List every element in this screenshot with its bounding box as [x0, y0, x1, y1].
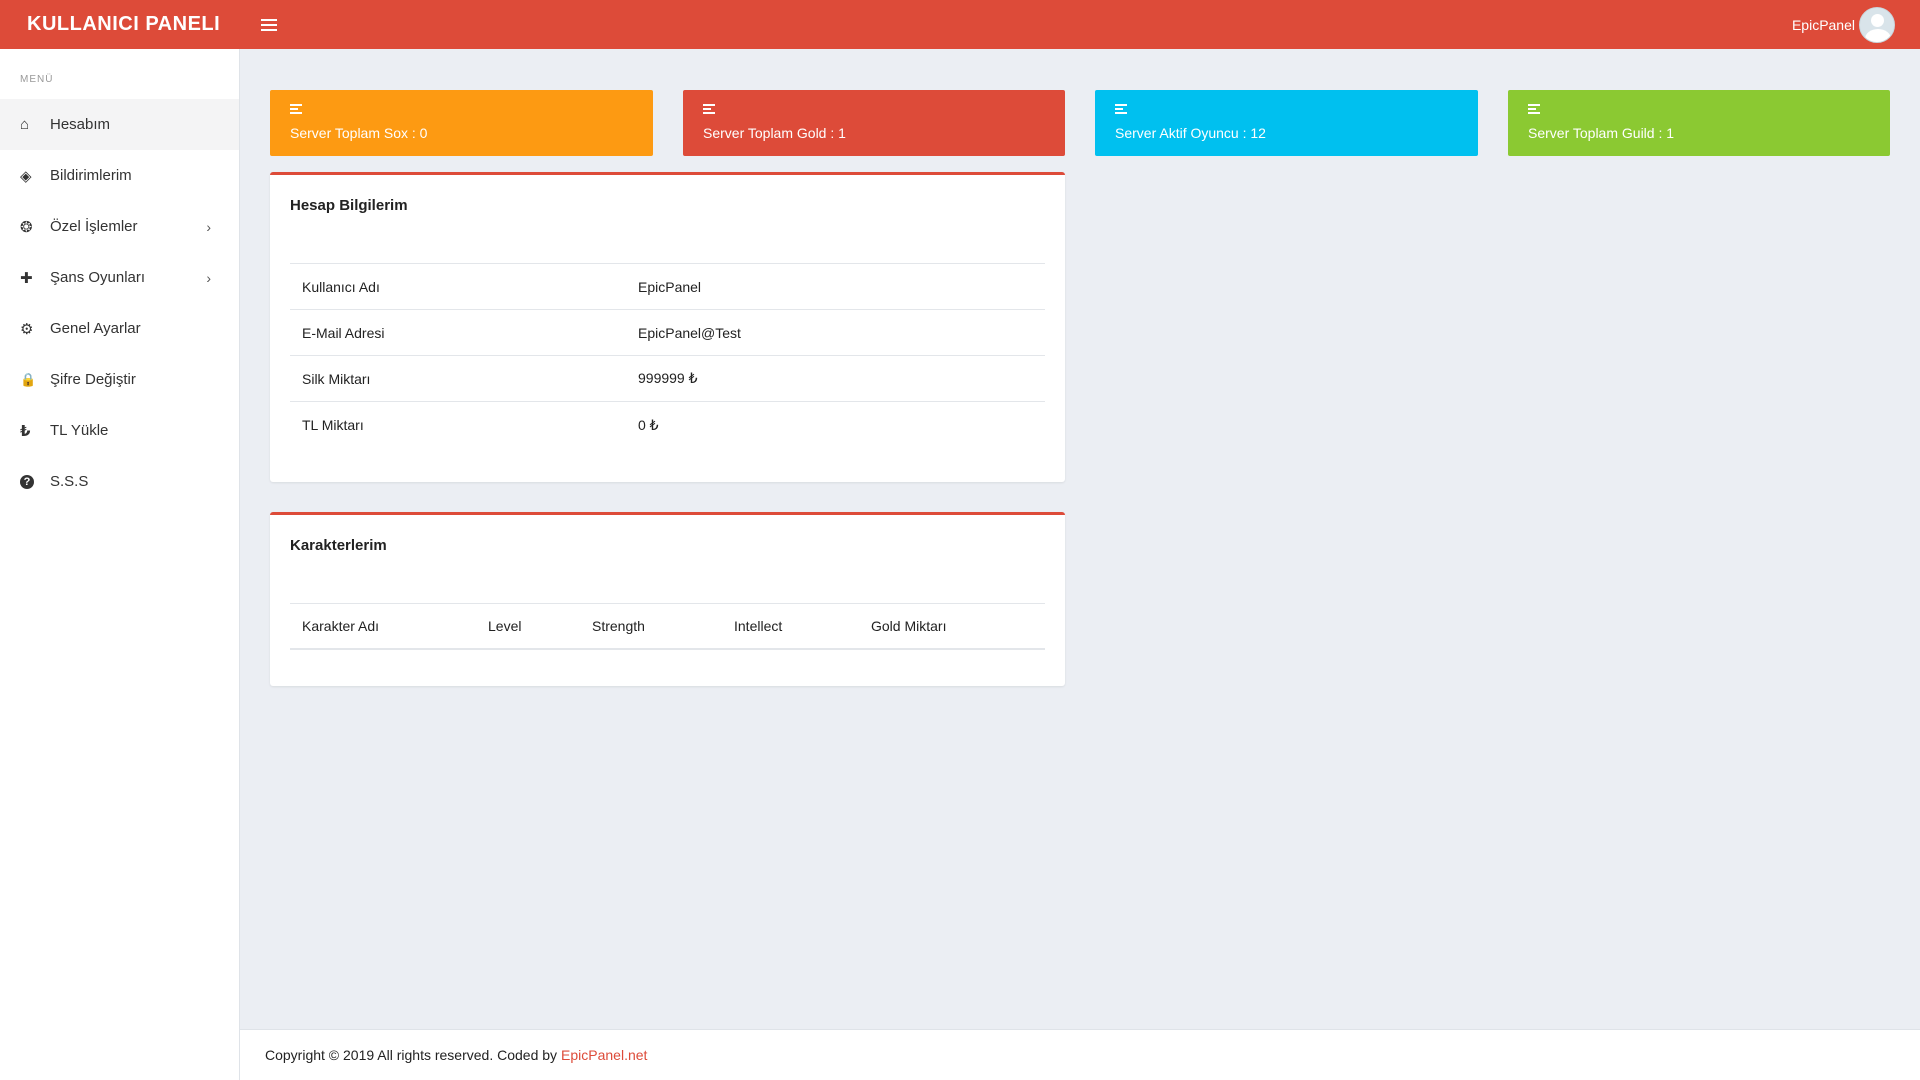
puzzle-icon: ✚	[20, 269, 33, 287]
sidebar-item-hesabim[interactable]: ⌂ Hesabım	[0, 99, 239, 150]
footer: Copyright © 2019 All rights reserved. Co…	[240, 1029, 1920, 1080]
card-title: Hesap Bilgilerim	[290, 197, 408, 214]
column-header-name: Karakter Adı	[302, 618, 380, 634]
stat-label: Server Toplam Sox : 0	[290, 125, 428, 141]
list-icon	[1115, 104, 1127, 120]
hamburger-icon[interactable]	[261, 0, 291, 49]
card-title: Karakterlerim	[290, 537, 387, 554]
user-menu[interactable]: EpicPanel	[1792, 0, 1895, 49]
stat-box-gold: Server Toplam Gold : 1	[683, 90, 1065, 156]
sidebar-menu-title: MENÜ	[20, 74, 54, 85]
sidebar-item-label: Şifre Değiştir	[50, 371, 136, 388]
row-key: TL Miktarı	[302, 417, 364, 433]
tag-icon: ◈	[20, 167, 32, 185]
footer-link[interactable]: EpicPanel.net	[561, 1047, 647, 1063]
question-circle-icon: ?	[20, 474, 50, 489]
question-circle-glyph: ?	[20, 474, 34, 489]
sidebar-item-label: Bildirimlerim	[50, 167, 132, 184]
row-key: Silk Miktarı	[302, 370, 371, 387]
list-icon	[290, 104, 302, 120]
account-info-card: Hesap Bilgilerim Kullanıcı Adı EpicPanel…	[270, 172, 1065, 482]
stat-box-guild: Server Toplam Guild : 1	[1508, 90, 1890, 156]
brand-logo[interactable]: KULLANICI PANELI	[0, 0, 240, 49]
stat-label: Server Toplam Gold : 1	[703, 125, 846, 141]
compass-icon: ❂	[20, 218, 33, 236]
sidebar: MENÜ ⌂ Hesabım ◈ Bildirimlerim ❂ Özel İş…	[0, 49, 240, 1080]
gears-icon: ⚙	[20, 320, 34, 338]
stat-box-sox: Server Toplam Sox : 0	[270, 90, 653, 156]
list-icon	[1528, 104, 1540, 120]
column-header-gold: Gold Miktarı	[871, 618, 947, 634]
sidebar-item-label: S.S.S	[50, 473, 89, 490]
column-header-intellect: Intellect	[734, 618, 783, 634]
characters-table-header: Karakter Adı Level Strength Intellect Go…	[290, 603, 1045, 650]
stat-label: Server Aktif Oyuncu : 12	[1115, 125, 1266, 141]
lira-icon: ₺	[20, 422, 31, 440]
user-avatar-icon	[1859, 6, 1895, 43]
row-value: EpicPanel@Test	[638, 324, 741, 341]
account-info-table: Kullanıcı Adı EpicPanel E-Mail Adresi Ep…	[290, 263, 1045, 448]
sidebar-item-label: Şans Oyunları	[50, 269, 146, 286]
footer-copyright: Copyright © 2019 All rights reserved. Co…	[265, 1047, 558, 1063]
sidebar-item-bildirimlerim[interactable]: ◈ Bildirimlerim	[0, 150, 239, 201]
home-icon: ⌂	[20, 116, 30, 133]
sidebar-item-sans-oyunlari[interactable]: ✚ Şans Oyunları ›	[0, 252, 239, 303]
sidebar-item-ozel-islemler[interactable]: ❂ Özel İşlemler ›	[0, 201, 239, 252]
sidebar-item-sss[interactable]: ? S.S.S	[0, 456, 239, 507]
row-value: EpicPanel	[638, 278, 702, 295]
user-name: EpicPanel	[1791, 16, 1855, 33]
row-value: 0 ₺	[638, 416, 659, 433]
sidebar-item-label: Hesabım	[50, 116, 111, 133]
chevron-right-icon: ›	[206, 269, 211, 286]
table-row: TL Miktarı 0 ₺	[290, 402, 1045, 448]
chevron-right-icon: ›	[206, 218, 211, 235]
stat-label: Server Toplam Guild : 1	[1528, 125, 1675, 141]
characters-card: Karakterlerim Karakter Adı Level Strengt…	[270, 512, 1065, 686]
sidebar-item-genel-ayarlar[interactable]: ⚙ Genel Ayarlar	[0, 303, 239, 354]
column-header-strength: Strength	[592, 618, 645, 634]
table-row: Silk Miktarı 999999 ₺	[290, 356, 1045, 402]
sidebar-item-sifre-degistir[interactable]: 🔒 Şifre Değiştir	[0, 354, 239, 405]
table-row: E-Mail Adresi EpicPanel@Test	[290, 310, 1045, 356]
row-key: Kullanıcı Adı	[302, 278, 380, 295]
sidebar-item-label: Özel İşlemler	[50, 218, 138, 235]
sidebar-item-label: TL Yükle	[50, 422, 109, 439]
top-navbar: KULLANICI PANELI EpicPanel	[0, 0, 1920, 49]
table-row: Kullanıcı Adı EpicPanel	[290, 264, 1045, 310]
row-key: E-Mail Adresi	[302, 324, 385, 341]
row-value: 999999 ₺	[638, 370, 698, 386]
lock-icon: 🔒	[20, 371, 37, 387]
column-header-level: Level	[488, 618, 522, 634]
list-icon	[703, 104, 715, 120]
stat-box-active-players: Server Aktif Oyuncu : 12	[1095, 90, 1478, 156]
sidebar-item-tl-yukle[interactable]: ₺ TL Yükle	[0, 405, 239, 456]
sidebar-item-label: Genel Ayarlar	[50, 320, 141, 337]
